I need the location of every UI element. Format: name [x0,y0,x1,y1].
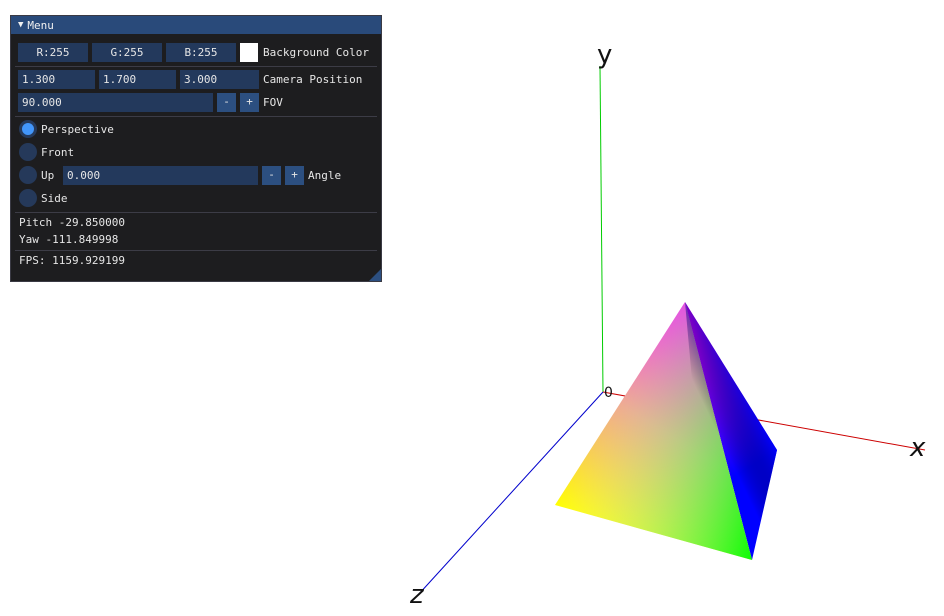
background-color-label: Background Color [263,46,369,59]
front-radio[interactable] [19,143,37,161]
background-color-row: R:255 G:255 B:255 Background Color [11,43,381,62]
side-label: Side [41,192,68,205]
fov-decrease-button[interactable]: - [217,93,236,112]
pyramid [555,302,777,560]
angle-row: 0.000 - + Angle [11,166,381,185]
pitch-readout: Pitch -29.850000 [19,216,125,229]
fov-label: FOV [263,96,283,109]
separator [15,116,377,117]
fov-increase-button[interactable]: + [240,93,259,112]
y-axis-line [599,65,604,393]
z-axis-label: z [409,580,425,610]
origin-label: 0 [604,385,613,401]
fov-row: 90.000 - + FOV [11,93,381,112]
resize-grip-icon[interactable] [369,269,381,281]
camera-z-field[interactable]: 3.000 [180,70,259,89]
background-b-field[interactable]: B:255 [166,43,236,62]
menu-title-bar[interactable]: ▼ Menu [11,16,381,34]
camera-x-field[interactable]: 1.300 [18,70,95,89]
separator [15,250,377,251]
camera-y-field[interactable]: 1.700 [99,70,176,89]
angle-decrease-button[interactable]: - [262,166,281,185]
collapse-triangle-icon[interactable]: ▼ [18,20,23,30]
background-color-swatch[interactable] [240,43,258,62]
angle-field[interactable]: 0.000 [63,166,258,185]
menu-title: Menu [27,18,54,32]
background-g-field[interactable]: G:255 [92,43,162,62]
angle-increase-button[interactable]: + [285,166,304,185]
fps-readout: FPS: 1159.929199 [19,254,125,267]
background-r-field[interactable]: R:255 [18,43,88,62]
perspective-label: Perspective [41,123,114,136]
perspective-radio[interactable] [19,120,37,138]
separator [15,66,377,67]
separator [15,212,377,213]
camera-position-label: Camera Position [263,73,363,86]
x-axis-label: x [909,433,926,463]
angle-label: Angle [308,169,342,182]
y-axis-label: y [597,40,612,70]
side-radio[interactable] [19,189,37,207]
fov-field[interactable]: 90.000 [18,93,213,112]
front-label: Front [41,146,75,159]
camera-position-row: 1.300 1.700 3.000 Camera Position [11,70,381,89]
menu-window: ▼ Menu R:255 G:255 B:255 Background Colo… [10,15,382,282]
yaw-readout: Yaw -111.849998 [19,233,119,246]
